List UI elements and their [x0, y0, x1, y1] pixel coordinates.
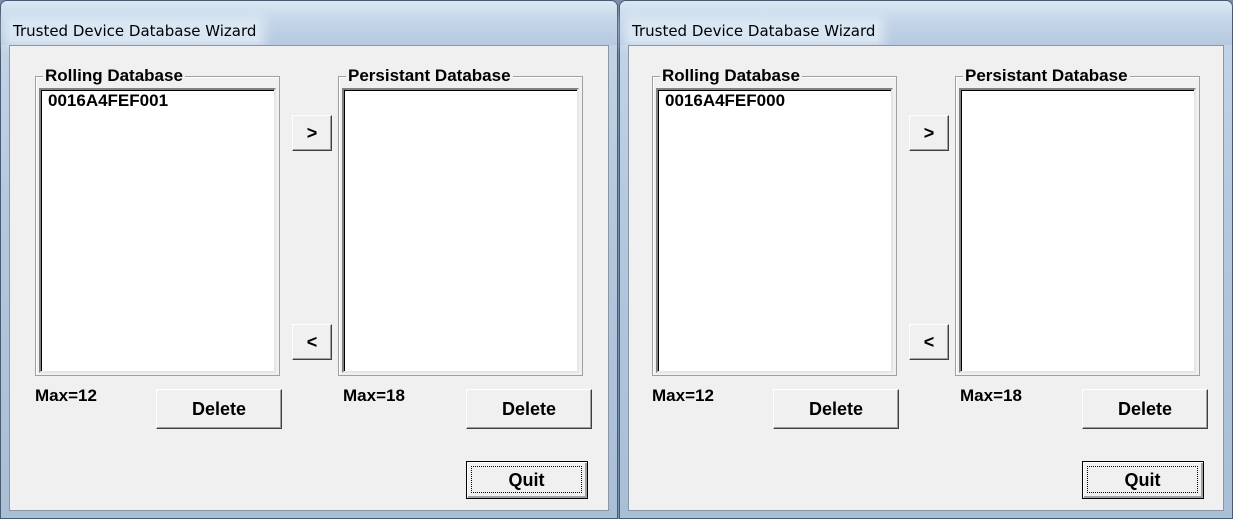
- persistant-max-label: Max=18: [343, 386, 405, 405]
- move-to-rolling-button[interactable]: <: [909, 324, 949, 360]
- persistant-database-group: Persistant Database: [338, 66, 583, 376]
- persistant-max-label: Max=18: [960, 386, 1022, 405]
- list-item[interactable]: 0016A4FEF001: [41, 90, 274, 111]
- persistant-database-group: Persistant Database: [955, 66, 1200, 376]
- persistant-delete-button[interactable]: Delete: [1082, 389, 1208, 429]
- rolling-database-label: Rolling Database: [43, 66, 185, 86]
- quit-button-label: Quit: [471, 466, 582, 493]
- move-to-rolling-button[interactable]: <: [292, 324, 332, 360]
- rolling-database-list[interactable]: 0016A4FEF000: [656, 88, 893, 373]
- wizard-window-2: Trusted Device Database Wizard Rolling D…: [619, 0, 1233, 519]
- title-bar[interactable]: Trusted Device Database Wizard: [620, 1, 1232, 45]
- rolling-database-list[interactable]: 0016A4FEF001: [39, 88, 276, 373]
- rolling-max-label: Max=12: [35, 386, 97, 405]
- persistant-database-label: Persistant Database: [346, 66, 513, 86]
- title-bar[interactable]: Trusted Device Database Wizard: [1, 1, 617, 45]
- rolling-database-group: Rolling Database 0016A4FEF001: [35, 66, 280, 376]
- move-to-persistant-button[interactable]: >: [909, 115, 949, 151]
- persistant-database-label: Persistant Database: [963, 66, 1130, 86]
- persistant-delete-button[interactable]: Delete: [466, 389, 592, 429]
- quit-button[interactable]: Quit: [1082, 461, 1204, 499]
- quit-button[interactable]: Quit: [466, 461, 588, 499]
- rolling-database-group: Rolling Database 0016A4FEF000: [652, 66, 897, 376]
- wizard-window-1: Trusted Device Database Wizard Rolling D…: [0, 0, 618, 519]
- move-to-persistant-button[interactable]: >: [292, 115, 332, 151]
- quit-button-label: Quit: [1087, 466, 1198, 493]
- window-title: Trusted Device Database Wizard: [629, 21, 879, 41]
- dialog-client-area: Rolling Database 0016A4FEF001 > < Persis…: [9, 45, 609, 511]
- rolling-database-label: Rolling Database: [660, 66, 802, 86]
- rolling-delete-button[interactable]: Delete: [773, 389, 899, 429]
- list-item[interactable]: 0016A4FEF000: [658, 90, 891, 111]
- persistant-database-list[interactable]: [959, 88, 1196, 373]
- dialog-client-area: Rolling Database 0016A4FEF000 > < Persis…: [628, 45, 1224, 511]
- rolling-max-label: Max=12: [652, 386, 714, 405]
- rolling-delete-button[interactable]: Delete: [156, 389, 282, 429]
- persistant-database-list[interactable]: [342, 88, 579, 373]
- window-title: Trusted Device Database Wizard: [10, 21, 260, 41]
